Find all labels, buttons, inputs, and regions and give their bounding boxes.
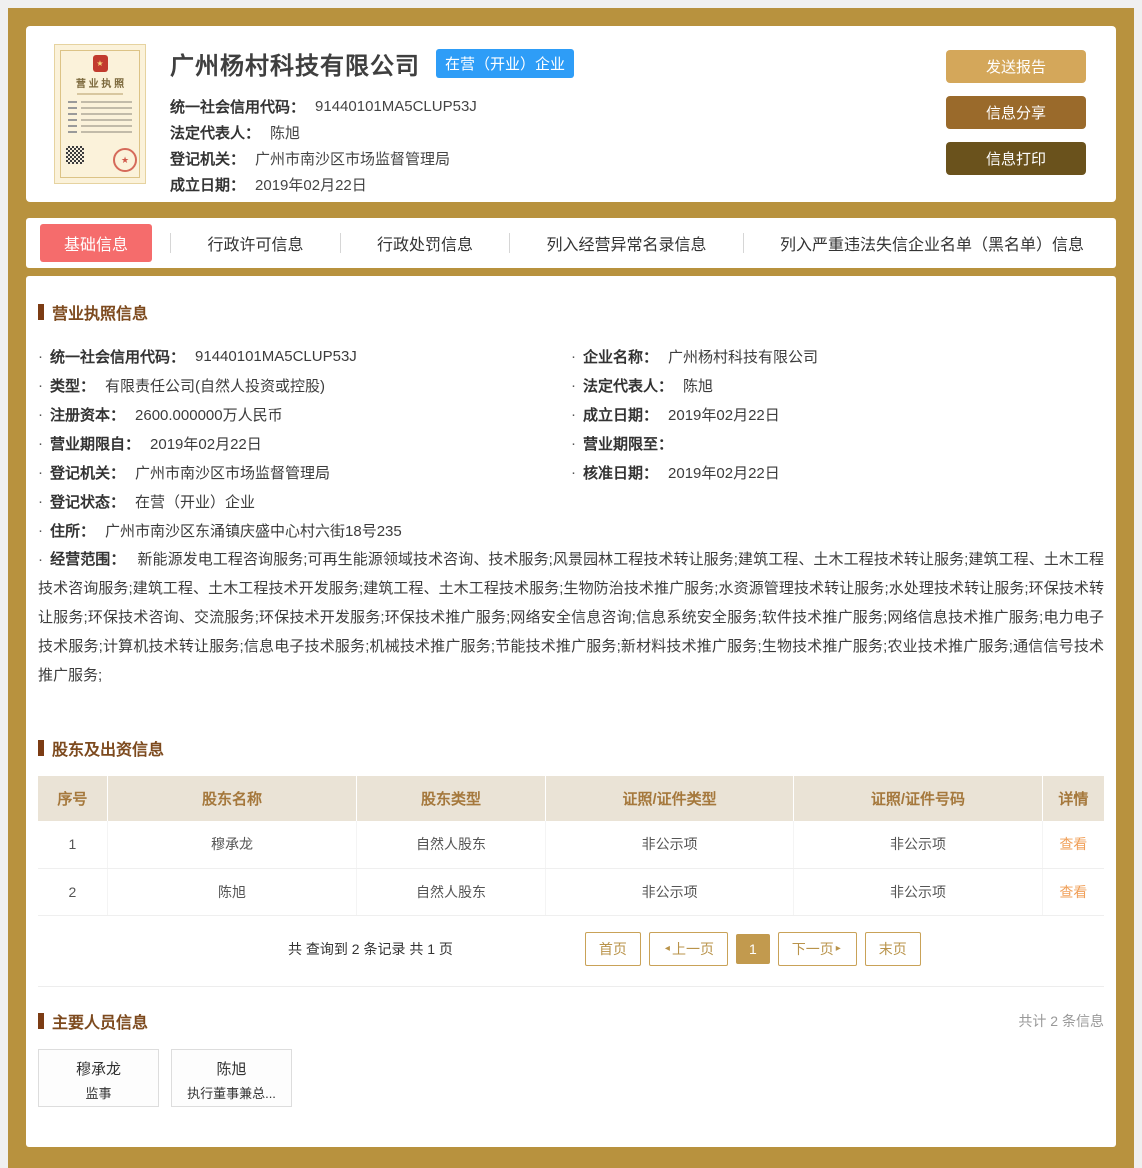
qr-code-icon — [66, 146, 84, 164]
first-page-button[interactable]: 首页 — [584, 931, 641, 966]
col-header-no: 序号 — [38, 776, 108, 821]
pagination-buttons: 首页 ◂ 上一页 1 下一页 ▸ 末页 — [581, 931, 925, 966]
print-info-button[interactable]: 信息打印 — [946, 142, 1086, 175]
people-cards: 穆承龙 监事 陈旭 执行董事兼总... — [38, 1048, 1104, 1107]
field-term-to: · 营业期限至： — [571, 435, 674, 453]
shareholders-section: 股东及出资信息 序号 股东名称 股东类型 证照/证件类型 证照/证件号码 详情 — [38, 736, 1104, 987]
col-header-detail: 详情 — [1042, 776, 1104, 821]
table-row: 1 穆承龙 自然人股东 非公示项 非公示项 查看 — [38, 821, 1104, 869]
header-field-credit-code: 统一社会信用代码： 91440101MA5CLUP53J — [170, 97, 477, 116]
key-people-count: 共计 2 条信息 — [1018, 1012, 1104, 1029]
person-name: 穆承龙 — [75, 1060, 121, 1078]
field-address: · 住所： 广州市南沙区东涌镇庆盛中心村六街18号235 — [38, 522, 402, 540]
section-title-bar — [38, 740, 44, 756]
share-info-button[interactable]: 信息分享 — [946, 96, 1086, 129]
status-badge: 在营（开业）企业 — [436, 49, 575, 78]
tab-abnormal-operations[interactable]: 列入经营异常名录信息 — [528, 224, 724, 262]
next-page-button[interactable]: 下一页 ▸ — [777, 931, 857, 966]
send-report-button[interactable]: 发送报告 — [946, 50, 1086, 83]
section-title-bar — [38, 1012, 44, 1029]
tab-divider — [742, 233, 744, 253]
license-subtitle-line — [77, 93, 123, 95]
national-emblem-icon: ★ — [92, 55, 108, 72]
view-detail-link[interactable]: 查看 — [1059, 884, 1087, 900]
field-founded-date: · 成立日期： 2019年02月22日 — [571, 406, 780, 424]
license-section-title: 营业执照信息 — [38, 300, 1104, 324]
header-field-registry: 登记机关： 广州市南沙区市场监督管理局 — [170, 150, 451, 168]
business-license-image: ★ 营 业 执 照 ★ — [54, 44, 146, 184]
company-name: 广州杨村科技有限公司 — [170, 53, 420, 80]
person-position: 执行董事兼总... — [187, 1085, 276, 1101]
field-business-scope: · 经营范围： 新能源发电工程咨询服务;可再生能源领域技术咨询、技术服务;风景园林工… — [38, 551, 1104, 684]
tab-bar: 基础信息 行政许可信息 行政处罚信息 列入经营异常名录信息 列入严重违法失信企业… — [26, 218, 1116, 268]
view-detail-link[interactable]: 查看 — [1059, 836, 1087, 852]
field-credit-code: · 统一社会信用代码： 91440101MA5CLUP53J — [38, 348, 357, 366]
license-fields-grid: · 统一社会信用代码： 91440101MA5CLUP53J · 企业名称： 广州杨村科… — [38, 342, 1104, 545]
main-content-panel: 营业执照信息 · 统一社会信用代码： 91440101MA5CLUP53J · 企业名… — [26, 276, 1116, 1147]
field-registered-capital: · 注册资本： 2600.000000万人民币 — [38, 406, 283, 424]
company-header-card: ★ 营 业 执 照 ★ 广州杨村科技有限公司 在营（开业）企业 统一社会信用代码… — [26, 26, 1116, 202]
table-header-row: 序号 股东名称 股东类型 证照/证件类型 证照/证件号码 详情 — [38, 776, 1104, 821]
person-card[interactable]: 穆承龙 监事 — [38, 1048, 159, 1107]
license-title: 营 业 执 照 — [75, 79, 125, 90]
red-seal-icon: ★ — [113, 148, 137, 172]
page-gold-background: ★ 营 业 执 照 ★ 广州杨村科技有限公司 在营（开业）企业 统一社会信用代码… — [8, 8, 1134, 1168]
field-registry-authority: · 登记机关： 广州市南沙区市场监督管理局 — [38, 464, 331, 482]
business-scope-text: 新能源发电工程咨询服务;可再生能源领域技术咨询、技术服务;风景园林工程技术转让服… — [38, 551, 1104, 684]
field-legal-rep: · 法定代表人： 陈旭 — [571, 377, 714, 395]
key-people-section-title: 主要人员信息 — [38, 1009, 148, 1033]
col-header-name: 股东名称 — [107, 776, 358, 821]
section-title-bar — [38, 304, 44, 320]
person-position: 监事 — [85, 1085, 112, 1101]
prev-arrow-icon: ◂ — [664, 943, 670, 954]
key-people-section: 主要人员信息 共计 2 条信息 穆承龙 监事 陈旭 执行董事兼总... — [38, 1009, 1104, 1107]
section-divider — [38, 985, 1104, 987]
current-page-number: 1 — [735, 933, 770, 964]
header-field-founded-date: 成立日期： 2019年02月22日 — [170, 176, 367, 194]
header-action-buttons: 发送报告 信息分享 信息打印 — [946, 36, 1086, 192]
prev-page-button[interactable]: ◂ 上一页 — [648, 931, 728, 966]
field-company-type: · 类型： 有限责任公司(自然人投资或控股) — [38, 377, 326, 395]
field-approval-date: · 核准日期： 2019年02月22日 — [571, 464, 780, 482]
tab-blacklist[interactable]: 列入严重违法失信企业名单（黑名单）信息 — [762, 224, 1102, 262]
tab-administrative-license[interactable]: 行政许可信息 — [189, 224, 321, 262]
business-license-inner: ★ 营 业 执 照 ★ — [60, 50, 140, 178]
col-header-cert-type: 证照/证件类型 — [545, 776, 795, 821]
tab-administrative-penalty[interactable]: 行政处罚信息 — [359, 224, 491, 262]
tab-basic-info[interactable]: 基础信息 — [40, 224, 153, 262]
person-card[interactable]: 陈旭 执行董事兼总... — [171, 1048, 292, 1107]
shareholders-table: 序号 股东名称 股东类型 证照/证件类型 证照/证件号码 详情 1 穆承龙 自然… — [38, 776, 1104, 916]
pagination: 共 查询到 2 条记录 共 1 页 首页 ◂ 上一页 1 下一页 ▸ 末页 — [38, 931, 1104, 966]
col-header-cert-no: 证照/证件号码 — [793, 776, 1043, 821]
field-registration-status: · 登记状态： 在营（开业）企业 — [38, 493, 256, 511]
field-company-name: · 企业名称： 广州杨村科技有限公司 — [571, 348, 819, 366]
tab-divider — [170, 233, 172, 253]
license-text-lines — [61, 101, 139, 137]
shareholders-section-title: 股东及出资信息 — [38, 736, 1104, 760]
col-header-type: 股东类型 — [356, 776, 546, 821]
tab-divider — [339, 233, 341, 253]
record-count-summary: 共 查询到 2 条记录 共 1 页 — [288, 940, 453, 957]
last-page-button[interactable]: 末页 — [864, 931, 921, 966]
table-row: 2 陈旭 自然人股东 非公示项 非公示项 查看 — [38, 868, 1104, 916]
field-term-from: · 营业期限自： 2019年02月22日 — [38, 435, 262, 453]
tab-divider — [509, 233, 511, 253]
header-field-legal-rep: 法定代表人： 陈旭 — [170, 124, 301, 142]
next-arrow-icon: ▸ — [835, 943, 841, 954]
company-summary: 广州杨村科技有限公司 在营（开业）企业 统一社会信用代码： 91440101MA… — [170, 36, 575, 194]
person-name: 陈旭 — [216, 1060, 247, 1078]
